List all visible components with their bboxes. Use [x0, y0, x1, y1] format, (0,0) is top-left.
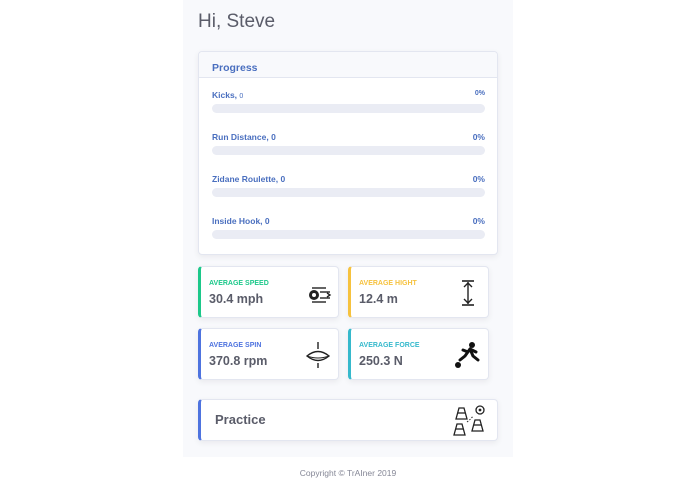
progress-label: Inside Hook, 0 [212, 216, 270, 226]
progress-card: Progress Kicks, 0 0% Run Distance, 0 0% … [198, 51, 498, 255]
training-cones-icon [453, 405, 485, 436]
footer-copyright: Copyright © TrAIner 2019 [299, 468, 397, 478]
stat-value: 370.8 rpm [209, 354, 268, 368]
stat-value: 12.4 m [359, 292, 398, 306]
stat-value: 30.4 mph [209, 292, 264, 306]
progress-label: Zidane Roulette, 0 [212, 174, 286, 184]
spin-icon [305, 342, 331, 368]
progress-label: Kicks, 0 [212, 90, 244, 100]
progress-bar [212, 188, 485, 197]
stat-title: AVERAGE SPIN [209, 342, 262, 349]
progress-card-header: Progress [199, 52, 497, 78]
stat-value: 250.3 N [359, 354, 403, 368]
stat-card-force[interactable]: AVERAGE FORCE 250.3 N [348, 328, 489, 380]
progress-label: Run Distance, 0 [212, 132, 276, 142]
practice-button[interactable]: Practice [198, 399, 498, 441]
progress-percent: 0% [472, 174, 485, 184]
stat-card-height[interactable]: AVERAGE HIGHT 12.4 m [348, 266, 489, 318]
practice-label: Practice [215, 412, 266, 427]
progress-bar [212, 230, 485, 239]
progress-percent: 0% [474, 90, 485, 97]
height-icon [462, 280, 474, 306]
stat-card-spin[interactable]: AVERAGE SPIN 370.8 rpm [198, 328, 339, 380]
stat-card-speed[interactable]: AVERAGE SPEED 30.4 mph [198, 266, 339, 318]
speed-icon [309, 287, 332, 303]
progress-percent: 0% [472, 216, 485, 226]
stat-title: AVERAGE SPEED [209, 280, 269, 287]
stat-title: AVERAGE HIGHT [359, 280, 417, 287]
progress-percent: 0% [472, 132, 485, 142]
kick-icon [455, 342, 480, 368]
progress-bar [212, 146, 485, 155]
stat-title: AVERAGE FORCE [359, 342, 420, 349]
greeting-heading: Hi, Steve [198, 11, 276, 32]
progress-bar [212, 104, 485, 113]
progress-title: Progress [212, 62, 258, 74]
